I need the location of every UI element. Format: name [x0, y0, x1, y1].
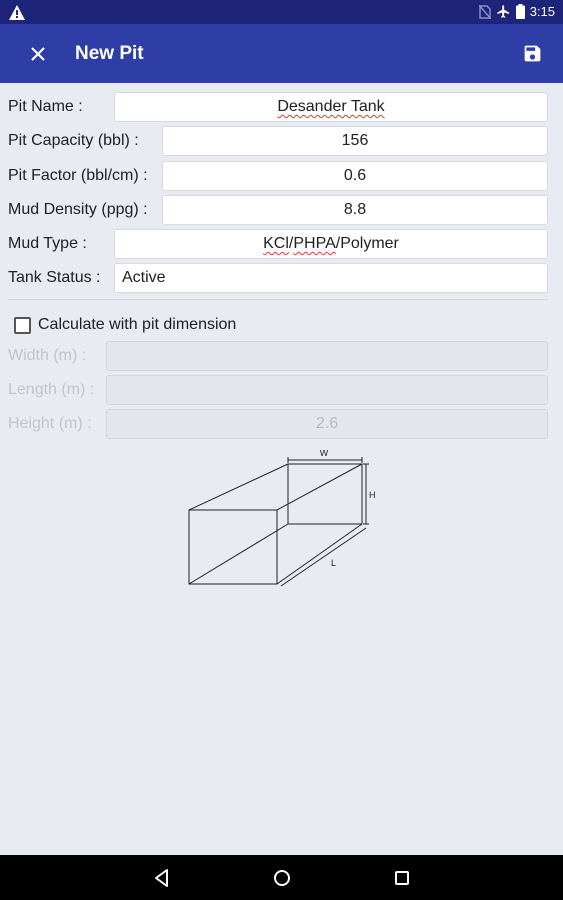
app-bar: New Pit [0, 24, 563, 83]
tank-status-row: Tank Status : Active [0, 262, 563, 294]
back-icon[interactable] [150, 866, 174, 890]
divider [8, 299, 548, 300]
tank-status-label: Tank Status : [8, 269, 101, 286]
height-row: Height (m) : 2.6 [0, 408, 563, 440]
pit-factor-row: Pit Factor (bbl/cm) : 0.6 [0, 160, 563, 192]
mud-density-row: Mud Density (ppg) : 8.8 [0, 194, 563, 226]
pit-name-input[interactable]: Desander Tank [114, 92, 548, 122]
page-title: New Pit [75, 43, 144, 64]
mud-type-row: Mud Type : KCl/PHPA/Polymer [0, 228, 563, 260]
diagram-l-label: L [331, 558, 336, 568]
pit-capacity-label: Pit Capacity (bbl) : [8, 132, 139, 149]
airplane-icon [496, 5, 509, 18]
pit-capacity-row: Pit Capacity (bbl) : 156 [0, 125, 563, 157]
pit-factor-input[interactable]: 0.6 [162, 161, 548, 191]
home-icon[interactable] [270, 866, 294, 890]
pit-name-label: Pit Name : [8, 98, 83, 115]
diagram-h-label: H [369, 490, 376, 500]
length-label: Length (m) : [8, 381, 95, 398]
height-value: 2.6 [315, 415, 339, 432]
pit-name-row: Pit Name : Desander Tank [0, 91, 563, 123]
warning-icon [9, 5, 25, 20]
length-input[interactable] [106, 375, 548, 405]
pit-capacity-value: 156 [341, 132, 369, 149]
pit-capacity-input[interactable]: 156 [162, 126, 548, 156]
save-icon[interactable] [522, 43, 543, 64]
no-sim-icon [478, 4, 491, 19]
mud-type-part-kcl: KCl [263, 235, 289, 252]
pit-factor-label: Pit Factor (bbl/cm) : [8, 167, 148, 184]
diagram-w-label: W [320, 450, 329, 458]
close-icon[interactable] [24, 40, 52, 68]
width-input[interactable] [106, 341, 548, 371]
width-label: Width (m) : [8, 347, 87, 364]
mud-type-part-polymer: /Polymer [335, 235, 399, 252]
mud-density-value: 8.8 [343, 201, 367, 218]
pit-dimension-checkbox-label: Calculate with pit dimension [38, 316, 237, 333]
form-content: Pit Name : Desander Tank Pit Capacity (b… [0, 83, 563, 855]
pit-factor-value: 0.6 [343, 167, 367, 184]
height-label: Height (m) : [8, 415, 92, 432]
mud-density-label: Mud Density (ppg) : [8, 201, 148, 218]
pit-dimension-diagram: W H L [188, 450, 376, 587]
pit-dimension-checkbox[interactable] [14, 316, 31, 334]
status-time: 3:15 [529, 4, 555, 19]
mud-type-part-phpa: PHPA [293, 235, 336, 252]
recents-icon[interactable] [390, 866, 414, 890]
tank-status-select[interactable]: Active [114, 263, 548, 293]
mud-type-input[interactable]: KCl/PHPA/Polymer [114, 229, 548, 259]
mud-type-label: Mud Type : [8, 235, 87, 252]
tank-status-value: Active [122, 269, 166, 286]
pit-name-value: Desander Tank [277, 98, 385, 115]
status-bar: 3:15 [0, 0, 563, 24]
length-row: Length (m) : [0, 374, 563, 406]
status-icons: 3:15 [478, 4, 555, 19]
system-nav-bar [0, 855, 563, 900]
battery-icon [515, 4, 525, 19]
height-input[interactable]: 2.6 [106, 409, 548, 439]
width-row: Width (m) : [0, 340, 563, 372]
pit-dimension-checkbox-row[interactable]: Calculate with pit dimension [14, 316, 236, 334]
mud-type-value: KCl/PHPA/Polymer [263, 235, 399, 253]
mud-density-input[interactable]: 8.8 [162, 195, 548, 225]
